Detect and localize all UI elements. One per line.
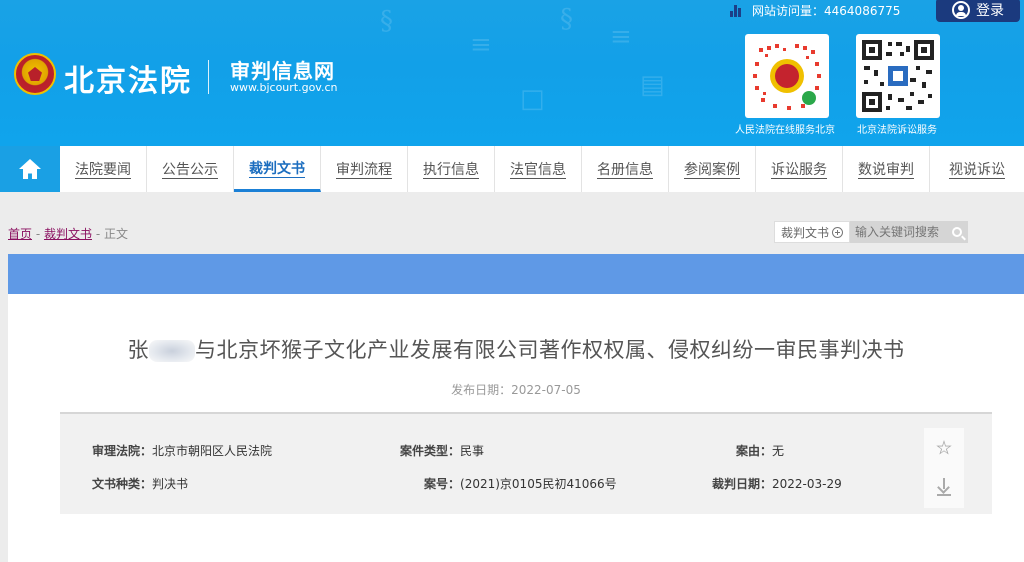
breadcrumb-separator: - — [32, 227, 44, 241]
meta-court: 审理法院：北京市朝阳区人民法院 — [92, 442, 272, 459]
nav-item-judges[interactable]: 法官信息 — [495, 146, 582, 192]
meta-value: (2021)京0105民初41066号 — [460, 477, 617, 491]
meta-value: 北京市朝阳区人民法院 — [152, 444, 273, 458]
nav-item-trial-process[interactable]: 审判流程 — [321, 146, 408, 192]
decor-glyph: § — [380, 6, 393, 36]
download-icon-base — [937, 494, 951, 496]
nav-item-execution[interactable]: 执行信息 — [408, 146, 495, 192]
publish-date: 发布日期：2022-07-05 — [451, 383, 581, 397]
visits-count: 4464086775 — [824, 3, 901, 18]
search-category-label: 裁判文书 — [780, 225, 829, 240]
home-button[interactable] — [0, 146, 60, 192]
breadcrumb-separator: - — [92, 227, 104, 241]
breadcrumb-current: 正文 — [103, 227, 128, 241]
nav-item-notices[interactable]: 公告公示 — [147, 146, 234, 192]
nav-item-reference-cases[interactable]: 参阅案例 — [669, 146, 756, 192]
meta-label: 审理法院： — [92, 444, 153, 458]
nav-item-video-litigation[interactable]: 视说诉讼 — [930, 146, 1024, 192]
redacted-name — [149, 340, 195, 362]
download-icon[interactable] — [937, 478, 951, 494]
breadcrumb-section-link[interactable]: 裁判文书 — [44, 227, 92, 241]
home-icon — [19, 159, 41, 179]
nav-item-judgments[interactable]: 裁判文书 — [234, 146, 321, 192]
court-emblem-icon — [14, 53, 56, 95]
visit-counter: 网站访问量： 4464086775 — [730, 2, 900, 19]
meta-value: 判决书 — [152, 477, 189, 491]
visits-label: 网站访问量： — [752, 4, 825, 18]
search-category-select[interactable]: 裁判文书 — [774, 221, 850, 243]
document-title: 张 与北京坏猴子文化产业发展有限公司著作权权属、侵权纠纷一审民事判决书 — [8, 334, 1024, 364]
decor-glyph: ▤ — [640, 70, 665, 100]
meta-label: 案由： — [736, 444, 773, 458]
document-meta: 审理法院：北京市朝阳区人民法院 案件类型：民事 案由：无 文书种类：判决书 案号… — [60, 412, 992, 514]
login-label: 登录 — [976, 3, 1004, 19]
nav-item-litigation-services[interactable]: 诉讼服务 — [756, 146, 843, 192]
plus-circle-icon — [832, 226, 843, 238]
meta-label: 裁判日期： — [712, 477, 773, 491]
meta-judgment-date: 裁判日期：2022-03-29 — [712, 475, 842, 492]
qr-code-icon — [856, 34, 940, 118]
search-bar: 裁判文书 — [774, 221, 968, 243]
meta-label: 案件类型： — [400, 444, 461, 458]
main-nav: 法院要闻 公告公示 裁判文书 审判流程 执行信息 法官信息 名册信息 参阅案例 … — [0, 146, 1024, 192]
search-icon — [952, 227, 962, 237]
nav-item-news[interactable]: 法院要闻 — [60, 146, 147, 192]
bar-chart-icon — [730, 4, 744, 17]
document-card: 张 与北京坏猴子文化产业发展有限公司著作权权属、侵权纠纷一审民事判决书 发布日期：… — [8, 254, 1024, 562]
decor-glyph: □ — [520, 84, 545, 114]
meta-label: 文书种类： — [92, 477, 153, 491]
meta-case-number: 案号：(2021)京0105民初41066号 — [424, 475, 617, 492]
meta-doc-type: 文书种类：判决书 — [92, 475, 188, 492]
meta-value: 无 — [772, 444, 785, 458]
search-input[interactable] — [850, 221, 946, 243]
title-prefix: 张 — [127, 338, 149, 362]
document-actions — [924, 428, 964, 508]
breadcrumb: 首页 - 裁判文书 - 正文 — [8, 225, 128, 242]
meta-cause: 案由：无 — [736, 442, 784, 459]
meta-case-type: 案件类型：民事 — [400, 442, 484, 459]
nav-item-registry[interactable]: 名册信息 — [582, 146, 669, 192]
site-subtitle: 审判信息网 — [230, 59, 335, 83]
meta-value: 2022-03-29 — [772, 477, 842, 491]
qr-code-icon — [745, 34, 829, 118]
nav-item-data-trial[interactable]: 数说审判 — [843, 146, 930, 192]
login-button[interactable]: 登录 — [936, 0, 1020, 22]
star-icon[interactable] — [936, 440, 952, 455]
qr-caption: 人民法院在线服务北京 — [735, 125, 835, 136]
meta-label: 案号： — [424, 477, 461, 491]
breadcrumb-home-link[interactable]: 首页 — [8, 227, 32, 241]
user-icon — [952, 1, 970, 19]
decor-glyph: § — [560, 4, 573, 34]
meta-value: 民事 — [460, 444, 485, 458]
site-url: www.bjcourt.gov.cn — [230, 81, 338, 94]
decor-glyph: ≡ — [470, 30, 492, 60]
site-header: § ≡ § ≡ ▤ □ 网站访问量： 4464086775 登录 北京法院 审判… — [0, 0, 1024, 146]
brand-divider — [208, 60, 209, 94]
search-button[interactable] — [946, 221, 968, 243]
brand-title[interactable]: 北京法院 — [64, 56, 192, 100]
qr-caption: 北京法院诉讼服务 — [857, 125, 937, 136]
decor-glyph: ≡ — [610, 22, 632, 52]
document-header-band — [8, 254, 1024, 294]
title-rest: 与北京坏猴子文化产业发展有限公司著作权权属、侵权纠纷一审民事判决书 — [195, 338, 905, 362]
